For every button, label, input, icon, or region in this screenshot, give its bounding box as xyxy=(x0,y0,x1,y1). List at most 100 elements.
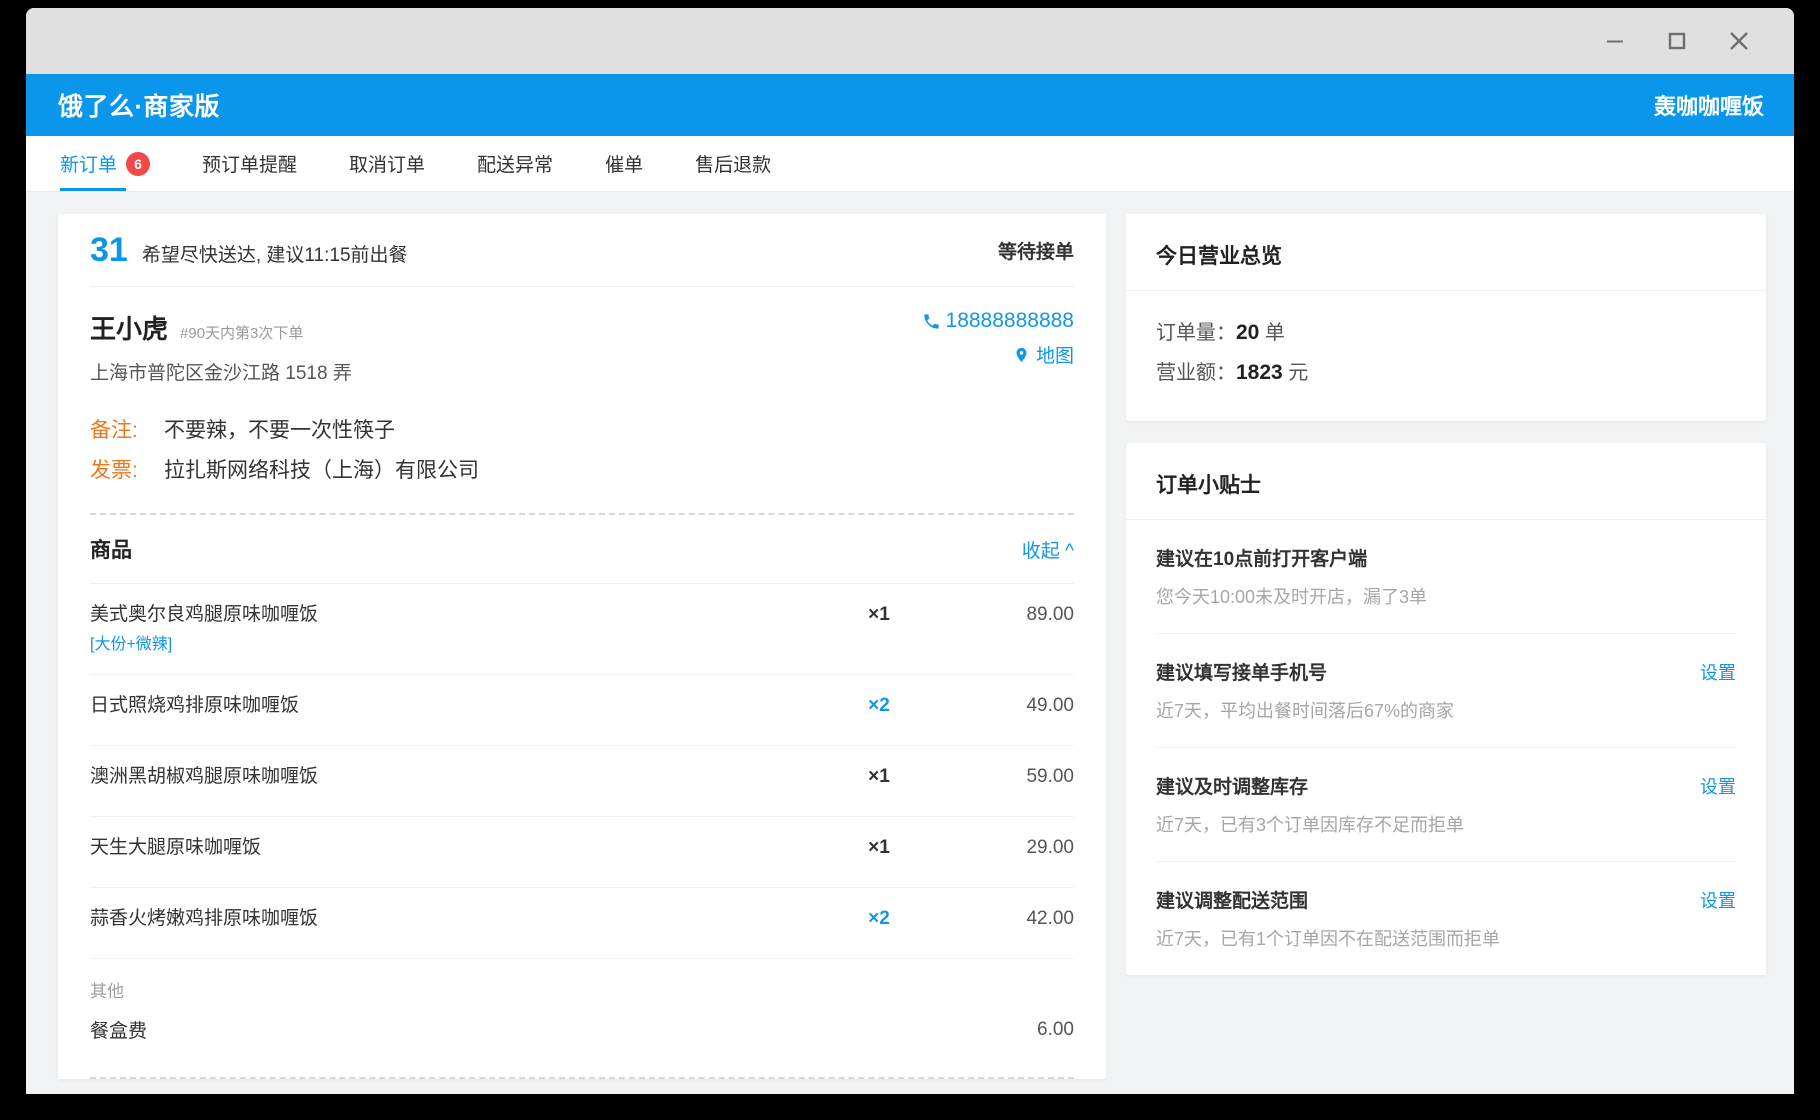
window-titlebar xyxy=(26,8,1794,74)
page-body: 31 希望尽快送达, 建议11:15前出餐 等待接单 王小虎 #90天内第3次下… xyxy=(26,192,1794,1094)
other-charge-price: 6.00 xyxy=(944,1019,1074,1041)
customer-name: 王小虎 xyxy=(90,309,168,346)
customer-contact: 18888888888 地图 xyxy=(922,309,1074,368)
order-count-value: 20 xyxy=(1236,321,1259,344)
minimize-icon xyxy=(1602,28,1628,54)
order-delivery-note: 希望尽快送达, 建议11:15前出餐 xyxy=(142,240,408,267)
tab-bar: 新订单 6 预订单提醒 取消订单 配送异常 催单 售后退款 xyxy=(26,136,1794,192)
revenue-value: 1823 xyxy=(1236,361,1283,384)
business-summary-panel: 今日营业总览 订单量：20 单 营业额：1823 元 xyxy=(1126,214,1766,421)
table-row: 餐盒费 6.00 xyxy=(90,1006,1074,1059)
location-pin-icon xyxy=(1013,345,1030,365)
tab-label: 取消订单 xyxy=(349,150,425,177)
section-divider xyxy=(90,1077,1074,1079)
tip-settings-link[interactable]: 设置 xyxy=(1700,773,1736,799)
tab-after-sales-refund[interactable]: 售后退款 xyxy=(695,136,771,191)
note-invoice: 发票: 拉扎斯网络科技（上海）有限公司 xyxy=(90,451,1074,491)
tab-badge-count: 6 xyxy=(126,152,150,176)
tab-cancelled-orders[interactable]: 取消订单 xyxy=(349,136,425,191)
table-row: 蒜香火烤嫩鸡排原味咖喱饭 ×2 42.00 xyxy=(90,888,1074,959)
list-item: 建议及时调整库存 设置 近7天，已有3个订单因库存不足而拒单 xyxy=(1156,748,1736,862)
table-row: 日式照烧鸡排原味咖喱饭 ×2 49.00 xyxy=(90,675,1074,746)
tip-subtitle: 近7天，已有1个订单因不在配送范围而拒单 xyxy=(1156,925,1736,951)
goods-quantity: ×1 xyxy=(814,833,944,863)
order-count-row: 订单量：20 单 xyxy=(1156,313,1736,353)
revenue-unit: 元 xyxy=(1283,362,1309,384)
tip-subtitle: 近7天，已有3个订单因库存不足而拒单 xyxy=(1156,811,1736,837)
tab-label: 售后退款 xyxy=(695,150,771,177)
tip-subtitle: 近7天，平均出餐时间落后67%的商家 xyxy=(1156,697,1736,723)
tab-order-reminder[interactable]: 催单 xyxy=(605,136,643,191)
goods-price: 49.00 xyxy=(944,691,1074,721)
note-value: 不要辣，不要一次性筷子 xyxy=(164,411,395,451)
tab-delivery-exception[interactable]: 配送异常 xyxy=(477,136,553,191)
order-number: 31 xyxy=(90,233,128,267)
tip-settings-link[interactable]: 设置 xyxy=(1700,887,1736,913)
goods-price: 59.00 xyxy=(944,762,1074,792)
tip-title: 建议调整配送范围 xyxy=(1156,886,1308,913)
goods-spec: [大份+微辣] xyxy=(90,632,814,658)
table-row: 天生大腿原味咖喱饭 ×1 29.00 xyxy=(90,817,1074,888)
app-title: 饿了么·商家版 xyxy=(58,87,220,123)
tip-title: 建议在10点前打开客户端 xyxy=(1156,544,1367,571)
map-label: 地图 xyxy=(1036,341,1074,368)
revenue-row: 营业额：1823 元 xyxy=(1156,353,1736,393)
customer-info: 王小虎 #90天内第3次下单 上海市普陀区金沙江路 1518 弄 1888888… xyxy=(90,287,1074,405)
panel-title: 订单小贴士 xyxy=(1126,443,1766,520)
collapse-goods-button[interactable]: 收起 ^ xyxy=(1022,536,1074,563)
order-count-unit: 单 xyxy=(1259,322,1285,344)
note-remark: 备注: 不要辣，不要一次性筷子 xyxy=(90,411,1074,451)
goods-quantity: ×1 xyxy=(814,600,944,630)
order-status-badge: 等待接单 xyxy=(998,237,1074,264)
tab-preorder-reminder[interactable]: 预订单提醒 xyxy=(202,136,297,191)
table-row: 美式奥尔良鸡腿原味咖喱饭 [大份+微辣] ×1 89.00 xyxy=(90,584,1074,675)
goods-quantity: ×2 xyxy=(814,904,944,934)
goods-name: 美式奥尔良鸡腿原味咖喱饭 xyxy=(90,604,318,625)
tab-label: 催单 xyxy=(605,150,643,177)
customer-phone-link[interactable]: 18888888888 xyxy=(922,309,1074,333)
maximize-button[interactable] xyxy=(1646,18,1708,64)
order-card-header: 31 希望尽快送达, 建议11:15前出餐 等待接单 xyxy=(90,214,1074,287)
minimize-button[interactable] xyxy=(1584,18,1646,64)
customer-order-history: #90天内第3次下单 xyxy=(180,322,303,343)
tab-new-orders[interactable]: 新订单 6 xyxy=(60,136,150,191)
note-label: 发票: xyxy=(90,451,164,491)
order-card: 31 希望尽快送达, 建议11:15前出餐 等待接单 王小虎 #90天内第3次下… xyxy=(58,214,1106,1079)
list-item: 建议在10点前打开客户端 您今天10:00未及时开店，漏了3单 xyxy=(1156,520,1736,634)
tip-settings-link[interactable]: 设置 xyxy=(1700,659,1736,685)
goods-name: 蒜香火烤嫩鸡排原味咖喱饭 xyxy=(90,904,814,934)
goods-price: 42.00 xyxy=(944,904,1074,934)
phone-icon xyxy=(922,312,941,331)
goods-section-header: 商品 收起 ^ xyxy=(90,515,1074,584)
note-label: 备注: xyxy=(90,411,164,451)
close-icon xyxy=(1725,27,1753,55)
order-list-column: 31 希望尽快送达, 建议11:15前出餐 等待接单 王小虎 #90天内第3次下… xyxy=(58,214,1106,1094)
other-charge-name: 餐盒费 xyxy=(90,1016,944,1043)
order-tips-panel: 订单小贴士 建议在10点前打开客户端 您今天10:00未及时开店，漏了3单 建议… xyxy=(1126,443,1766,975)
other-charges-label: 其他 xyxy=(90,959,1074,1006)
close-button[interactable] xyxy=(1708,18,1770,64)
goods-price: 29.00 xyxy=(944,833,1074,863)
goods-quantity: ×2 xyxy=(814,691,944,721)
side-column: 今日营业总览 订单量：20 单 营业额：1823 元 订单小贴士 建议在10点前… xyxy=(1126,214,1766,1094)
view-map-link[interactable]: 地图 xyxy=(922,341,1074,368)
goods-name: 澳洲黑胡椒鸡腿原味咖喱饭 xyxy=(90,762,814,792)
tab-label: 配送异常 xyxy=(477,150,553,177)
tab-label: 新订单 xyxy=(60,150,117,177)
goods-name: 日式照烧鸡排原味咖喱饭 xyxy=(90,691,814,721)
tab-label: 预订单提醒 xyxy=(202,150,297,177)
goods-price: 89.00 xyxy=(944,600,1074,630)
order-notes: 备注: 不要辣，不要一次性筷子 发票: 拉扎斯网络科技（上海）有限公司 xyxy=(90,405,1074,513)
tip-subtitle: 您今天10:00未及时开店，漏了3单 xyxy=(1156,583,1736,609)
goods-title: 商品 xyxy=(90,534,132,564)
panel-title: 今日营业总览 xyxy=(1126,214,1766,291)
customer-phone-number: 18888888888 xyxy=(946,309,1074,333)
goods-quantity: ×1 xyxy=(814,762,944,792)
list-item: 建议调整配送范围 设置 近7天，已有1个订单因不在配送范围而拒单 xyxy=(1156,862,1736,975)
table-row: 澳洲黑胡椒鸡腿原味咖喱饭 ×1 59.00 xyxy=(90,746,1074,817)
app-header: 饿了么·商家版 轰咖咖喱饭 xyxy=(26,74,1794,136)
tip-title: 建议及时调整库存 xyxy=(1156,772,1308,799)
order-count-label: 订单量： xyxy=(1156,322,1236,344)
tip-title: 建议填写接单手机号 xyxy=(1156,658,1327,685)
shop-name[interactable]: 轰咖咖喱饭 xyxy=(1654,89,1764,121)
